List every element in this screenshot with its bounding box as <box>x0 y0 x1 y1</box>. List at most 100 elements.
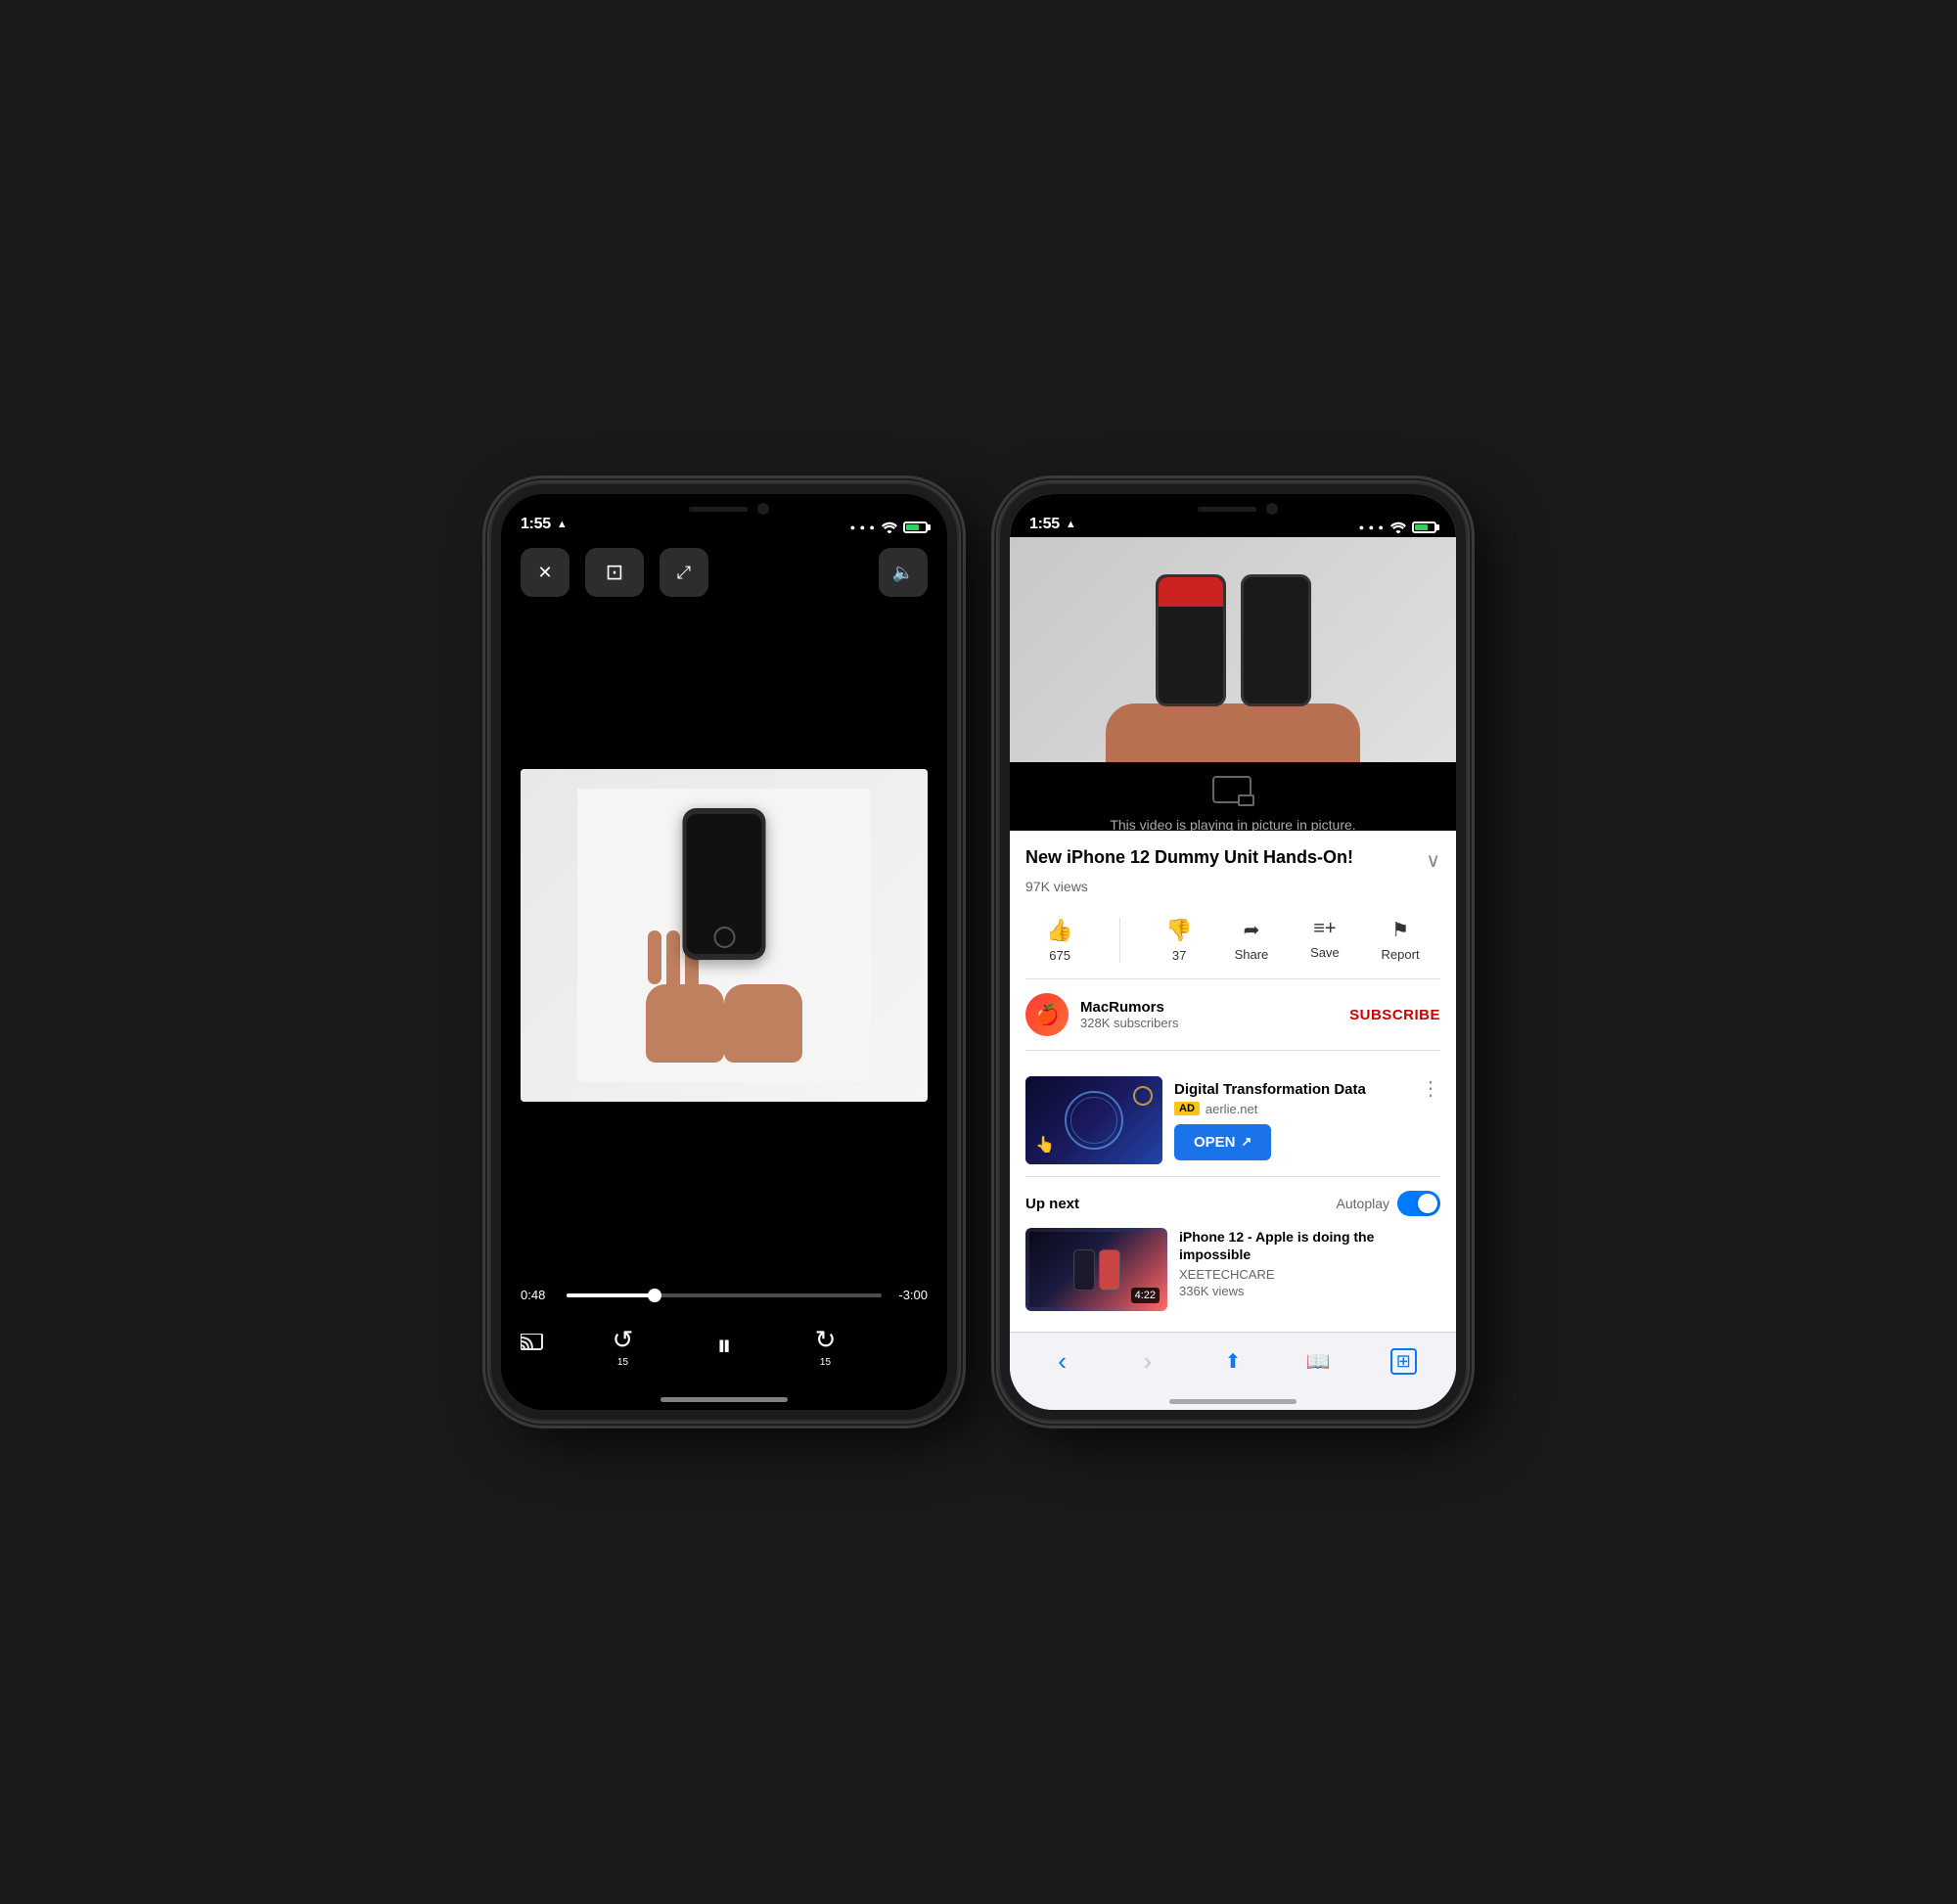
pip-hands <box>1106 703 1360 762</box>
right-home-indicator[interactable] <box>1169 1399 1297 1404</box>
video-info-section: New iPhone 12 Dummy Unit Hands-On! ∨ 97K… <box>1010 831 1456 1331</box>
status-icons: ● ● ● <box>850 521 928 533</box>
next-video-title: iPhone 12 - Apple is doing the impossibl… <box>1179 1228 1440 1263</box>
ad-thumbnail: 👆 <box>1025 1076 1162 1164</box>
progress-thumb[interactable] <box>648 1289 661 1302</box>
right-scrollable-content[interactable]: This video is playing in picture in pict… <box>1010 537 1456 1337</box>
up-next-label: Up next <box>1025 1196 1079 1212</box>
pause-icon: ⏸ <box>716 1330 731 1363</box>
video-player: 1:55 ▲ ● ● ● <box>501 494 947 1410</box>
cast-button[interactable] <box>521 1334 546 1359</box>
expand-button[interactable]: ⤢ <box>660 548 708 597</box>
thumbs-up-icon: 👍 <box>1046 918 1072 943</box>
right-iphone: 1:55 ▲ ● ● ● <box>998 482 1468 1422</box>
share-toolbar-icon: ⬆ <box>1225 1349 1242 1374</box>
picture-in-picture-button[interactable]: ⊡ <box>585 548 644 597</box>
right-location-icon: ▲ <box>1066 519 1076 530</box>
save-label: Save <box>1310 945 1340 960</box>
close-button[interactable]: ✕ <box>521 548 569 597</box>
channel-avatar: 🍎 <box>1025 993 1069 1036</box>
up-next-section: Up next Autoplay <box>1025 1191 1440 1311</box>
save-icon: ≡+ <box>1313 918 1336 940</box>
open-ad-button[interactable]: OPEN ↗ <box>1174 1124 1271 1160</box>
progress-track[interactable] <box>567 1293 882 1297</box>
left-screen: 1:55 ▲ ● ● ● <box>501 494 947 1410</box>
share-icon: ➦ <box>1244 918 1260 942</box>
open-label: OPEN <box>1194 1134 1236 1151</box>
speaker <box>689 507 748 512</box>
skip-back-button[interactable]: ↺ 15 <box>613 1325 634 1368</box>
browser-bottom-bar: ‹ › ⬆ 📖 ⊞ <box>1010 1332 1456 1410</box>
like-button[interactable]: 👍 675 <box>1046 918 1072 963</box>
right-wifi-icon <box>1390 521 1406 533</box>
pip-message: This video is playing in picture in pict… <box>1110 817 1355 831</box>
camera <box>757 503 769 515</box>
battery-indicator <box>903 521 928 533</box>
bookmarks-button[interactable]: 📖 <box>1298 1342 1338 1382</box>
ad-card: 👆 Digital Transformation Data AD aerlie.… <box>1025 1065 1440 1177</box>
progress-bar-container: 0:48 -3:00 <box>521 1288 928 1302</box>
right-status-time: 1:55 <box>1029 516 1060 533</box>
volume-button[interactable]: 🔈 <box>879 548 928 597</box>
left-iphone: 1:55 ▲ ● ● ● <box>489 482 959 1422</box>
skip-back-label: 15 <box>617 1357 628 1368</box>
channel-subscribers: 328K subscribers <box>1080 1016 1349 1030</box>
right-notch <box>1160 494 1306 523</box>
video-content <box>521 769 928 1102</box>
right-status-icons: ● ● ● <box>1359 521 1436 533</box>
autoplay-label: Autoplay <box>1337 1196 1389 1211</box>
pause-button[interactable]: ⏸ <box>700 1322 749 1371</box>
status-time: 1:55 <box>521 516 551 533</box>
tabs-icon: ⊞ <box>1390 1348 1417 1375</box>
right-camera <box>1266 503 1278 515</box>
tabs-button[interactable]: ⊞ <box>1384 1342 1423 1382</box>
autoplay-toggle[interactable] <box>1397 1191 1440 1216</box>
chevron-down-icon[interactable]: ∨ <box>1426 848 1440 873</box>
home-indicator[interactable] <box>660 1397 788 1402</box>
ad-url: aerlie.net <box>1206 1102 1257 1116</box>
channel-name[interactable]: MacRumors <box>1080 999 1349 1016</box>
right-screen: 1:55 ▲ ● ● ● <box>1010 494 1456 1410</box>
ad-title: Digital Transformation Data <box>1174 1081 1409 1098</box>
player-top-controls: ✕ ⊡ ⤢ 🔈 <box>521 548 928 597</box>
up-next-header: Up next Autoplay <box>1025 1191 1440 1216</box>
pip-icon: ⊡ <box>606 560 623 585</box>
close-icon: ✕ <box>537 563 552 583</box>
pip-screen-icon <box>1212 776 1253 805</box>
dots-icon: ● ● ● <box>850 522 876 532</box>
share-toolbar-button[interactable]: ⬆ <box>1213 1342 1252 1382</box>
skip-forward-label: 15 <box>820 1357 831 1368</box>
back-icon: ‹ <box>1058 1346 1067 1377</box>
current-time: 0:48 <box>521 1288 555 1302</box>
report-button[interactable]: ⚑ Report <box>1382 918 1420 963</box>
remaining-time: -3:00 <box>893 1288 928 1302</box>
toggle-thumb <box>1418 1194 1437 1213</box>
ad-more-icon[interactable]: ⋮ <box>1421 1076 1440 1101</box>
view-count: 97K views <box>1025 879 1440 894</box>
open-icon: ↗ <box>1242 1134 1252 1150</box>
next-video-card[interactable]: 4:22 iPhone 12 - Apple is doing the impo… <box>1025 1228 1440 1311</box>
location-icon: ▲ <box>557 519 568 530</box>
action-buttons-row: 👍 675 👎 37 ➦ Share <box>1025 908 1440 979</box>
right-speaker <box>1198 507 1256 512</box>
status-bar: 1:55 ▲ ● ● ● <box>501 494 947 537</box>
channel-info: MacRumors 328K subscribers <box>1080 999 1349 1030</box>
progress-fill <box>567 1293 655 1297</box>
right-battery-indicator <box>1412 521 1436 533</box>
right-dots-icon: ● ● ● <box>1359 522 1385 532</box>
forward-icon: › <box>1143 1346 1152 1377</box>
dislike-count: 37 <box>1172 948 1186 963</box>
forward-button[interactable]: › <box>1128 1342 1167 1382</box>
subscribe-button[interactable]: SUBSCRIBE <box>1349 1007 1440 1023</box>
phones-container: 1:55 ▲ ● ● ● <box>489 482 1468 1422</box>
autoplay-row: Autoplay <box>1337 1191 1440 1216</box>
video-frame <box>521 769 928 1102</box>
next-video-thumbnail: 4:22 <box>1025 1228 1167 1311</box>
pip-video-area[interactable]: This video is playing in picture in pict… <box>1010 537 1456 831</box>
save-button[interactable]: ≡+ Save <box>1310 918 1340 963</box>
share-button[interactable]: ➦ Share <box>1235 918 1269 963</box>
action-divider-1 <box>1119 918 1120 963</box>
skip-forward-button[interactable]: ↻ 15 <box>815 1325 837 1368</box>
dislike-button[interactable]: 👎 37 <box>1165 918 1192 963</box>
back-button[interactable]: ‹ <box>1043 1342 1082 1382</box>
